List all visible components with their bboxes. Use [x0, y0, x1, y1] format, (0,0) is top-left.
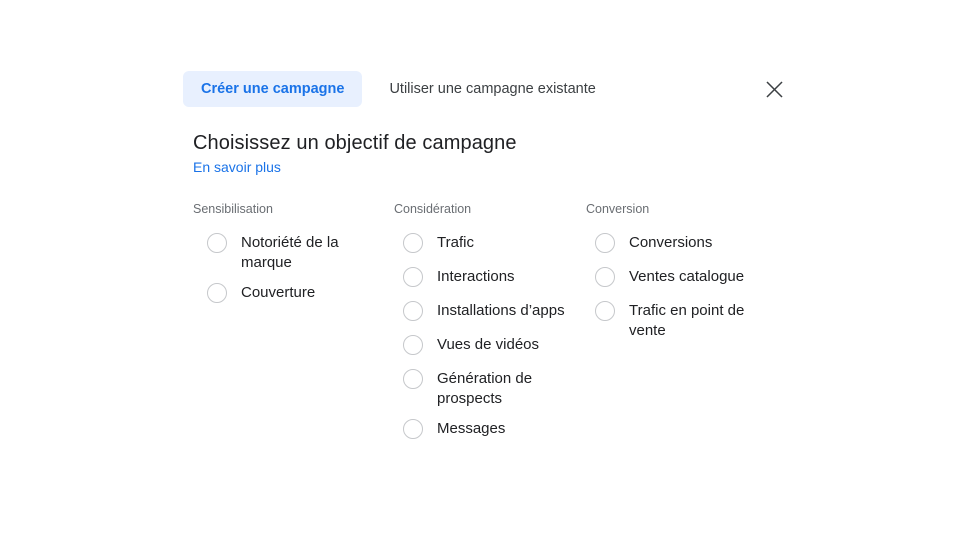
objective-column-consideration: Considération Trafic Interactions Instal… [394, 203, 584, 453]
option-label-catalogue-sales: Ventes catalogue [629, 267, 745, 285]
option-label-conversions: Conversions [629, 233, 713, 251]
radio-messages[interactable] [403, 418, 423, 439]
option-label-engagement: Interactions [437, 267, 515, 285]
option-video-views[interactable]: Vues de vidéos [403, 334, 584, 355]
page-title: Choisissez un objectif de campagne [193, 132, 517, 154]
close-button[interactable] [759, 74, 789, 104]
option-list-awareness: Notoriété de la marque Couverture [193, 232, 383, 303]
radio-catalogue-sales[interactable] [595, 266, 615, 287]
option-store-traffic[interactable]: Trafic en point de vente [595, 300, 776, 341]
option-label-traffic: Trafic [437, 233, 474, 251]
option-label-lead-generation: Génération de prospects [437, 369, 533, 407]
radio-brand-awareness[interactable] [207, 232, 227, 253]
option-engagement[interactable]: Interactions [403, 266, 584, 287]
campaign-objective-dialog: Créer une campagne Utiliser une campagne… [0, 0, 971, 541]
option-app-installs[interactable]: Installations d’apps [403, 300, 584, 321]
column-header-conversion: Conversion [586, 202, 650, 216]
objective-column-awareness: Sensibilisation Notoriété de la marque C… [193, 203, 383, 317]
option-traffic[interactable]: Trafic [403, 232, 584, 253]
radio-video-views[interactable] [403, 334, 423, 355]
tab-use-existing-campaign[interactable]: Utiliser une campagne existante [383, 71, 601, 108]
option-reach[interactable]: Couverture [207, 282, 383, 303]
option-label-reach: Couverture [241, 283, 316, 301]
option-list-consideration: Trafic Interactions Installations d’apps… [394, 232, 584, 439]
radio-lead-generation[interactable] [403, 368, 423, 389]
radio-traffic[interactable] [403, 232, 423, 253]
tab-create-campaign[interactable]: Créer une campagne [183, 70, 363, 108]
option-brand-awareness[interactable]: Notoriété de la marque [207, 232, 383, 273]
column-header-awareness: Sensibilisation [193, 202, 273, 216]
option-label-video-views: Vues de vidéos [437, 335, 540, 353]
option-label-app-installs: Installations d’apps [437, 301, 565, 319]
option-lead-generation[interactable]: Génération de prospects [403, 368, 584, 409]
option-catalogue-sales[interactable]: Ventes catalogue [595, 266, 776, 287]
learn-more-link[interactable]: En savoir plus [193, 159, 281, 175]
radio-conversions[interactable] [595, 232, 615, 253]
objective-column-conversion: Conversion Conversions Ventes catalogue … [586, 203, 776, 351]
radio-reach[interactable] [207, 282, 227, 303]
radio-engagement[interactable] [403, 266, 423, 287]
option-conversions[interactable]: Conversions [595, 232, 776, 253]
column-header-consideration: Considération [394, 202, 472, 216]
option-label-brand-awareness: Notoriété de la marque [241, 233, 339, 271]
tab-bar: Créer une campagne Utiliser une campagne… [183, 69, 803, 109]
option-messages[interactable]: Messages [403, 418, 584, 439]
close-icon [765, 80, 783, 98]
option-label-messages: Messages [437, 419, 506, 437]
option-label-store-traffic: Trafic en point de vente [629, 301, 745, 339]
radio-store-traffic[interactable] [595, 300, 615, 321]
option-list-conversion: Conversions Ventes catalogue Trafic en p… [586, 232, 776, 341]
radio-app-installs[interactable] [403, 300, 423, 321]
